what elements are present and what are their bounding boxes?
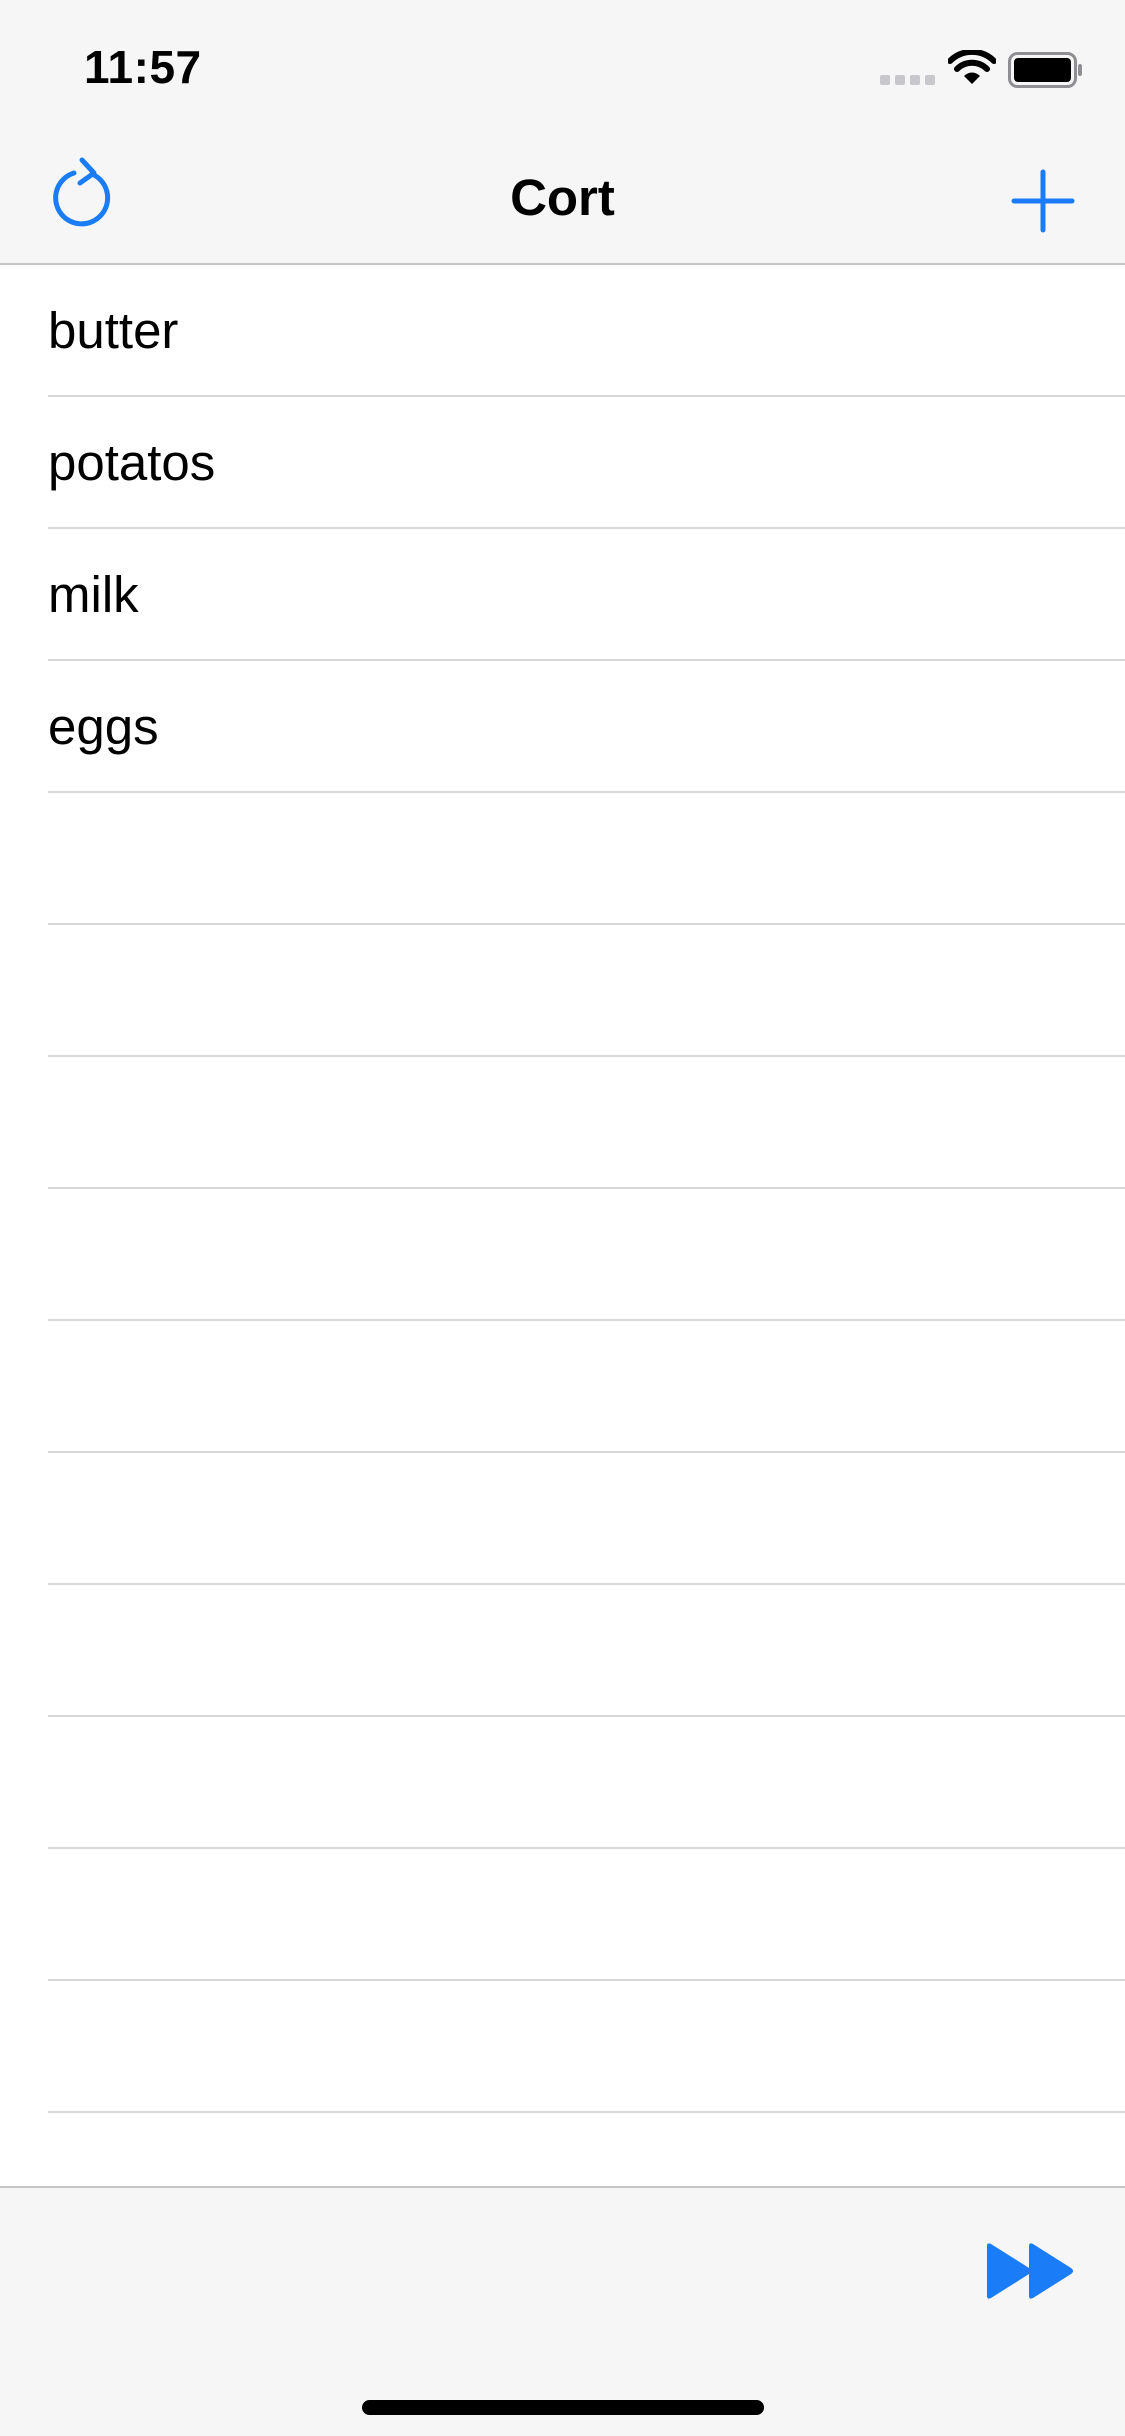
plus-icon[interactable] [1010, 168, 1076, 234]
list-item-empty [0, 1321, 1125, 1453]
list-item-label: potatos [48, 434, 216, 491]
status-time: 11:57 [84, 41, 202, 93]
list-item[interactable]: eggs [0, 661, 1125, 793]
page-title: Cort [510, 169, 615, 226]
list-item-empty [0, 1189, 1125, 1321]
navigation-bar: Cort [0, 132, 1125, 265]
list-item[interactable]: butter [0, 265, 1125, 397]
screen: 11:57 Cort butter potatos milk eggs [0, 0, 1125, 2436]
list-item-empty [0, 1057, 1125, 1189]
list-item[interactable]: potatos [0, 397, 1125, 529]
list-item-empty [0, 1981, 1125, 2113]
list-item-empty [0, 1585, 1125, 1717]
list-item-label: butter [48, 302, 179, 359]
list-item-empty [0, 1453, 1125, 1585]
list-item-label: milk [48, 566, 139, 623]
list-item-empty [0, 1717, 1125, 1849]
list-item-empty [0, 925, 1125, 1057]
battery-icon [1008, 52, 1082, 88]
list-item-empty [0, 793, 1125, 925]
bottom-toolbar [0, 2186, 1125, 2436]
wifi-icon [948, 50, 996, 84]
fast-forward-icon[interactable] [985, 2242, 1077, 2300]
home-indicator[interactable] [362, 2400, 764, 2415]
shopping-list: butter potatos milk eggs [0, 265, 1125, 2245]
list-item-label: eggs [48, 698, 159, 755]
list-item[interactable]: milk [0, 529, 1125, 661]
status-bar: 11:57 [0, 0, 1125, 132]
list-item-empty [0, 1849, 1125, 1981]
signal-dots-icon [880, 75, 935, 85]
